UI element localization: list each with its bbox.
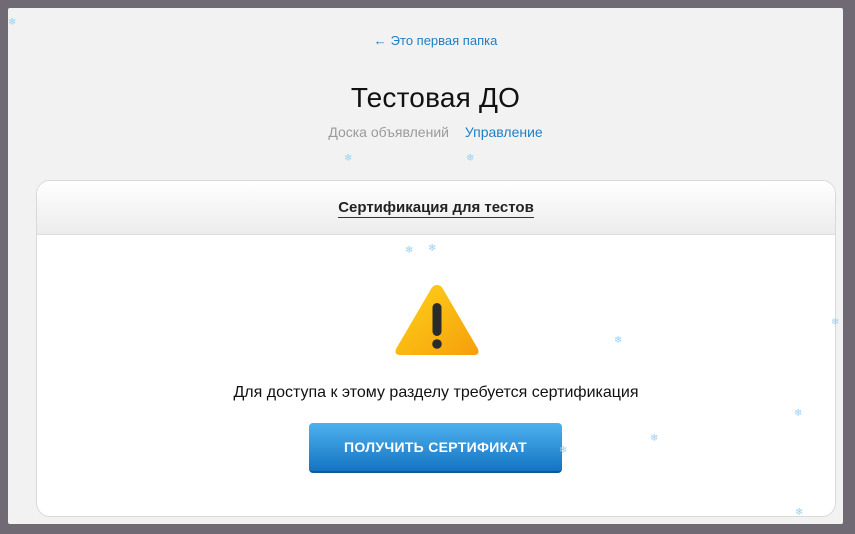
snowflake-icon: ❄ xyxy=(614,335,623,346)
snowflake-icon: ❄ xyxy=(466,153,475,164)
snowflake-icon: ❄ xyxy=(795,507,804,518)
snowflake-icon: ❄ xyxy=(344,153,353,164)
warning-icon xyxy=(395,285,479,355)
snowflake-icon: ❄ xyxy=(428,243,437,254)
certification-card: Сертификация для тестов Для доступа к эт… xyxy=(36,180,836,517)
snowflake-icon: ❄ xyxy=(794,408,803,419)
tab-management[interactable]: Управление xyxy=(465,124,543,140)
certification-message: Для доступа к этому разделу требуется се… xyxy=(233,384,639,401)
page-background: ← Это первая папка Тестовая ДО Доска объя… xyxy=(8,8,843,524)
card-header: Сертификация для тестов xyxy=(37,181,835,235)
back-link[interactable]: ← Это первая папка xyxy=(8,33,843,48)
page-title: Тестовая ДО xyxy=(350,82,521,113)
snowflake-icon: ❄ xyxy=(831,317,840,328)
card-title: Сертификация для тестов xyxy=(338,199,534,218)
snowflake-icon: ❄ xyxy=(559,445,568,456)
arrow-left-icon: ← xyxy=(373,33,387,48)
board-subnav: Доска объявлений Управление xyxy=(8,124,843,140)
snowflake-icon: ❄ xyxy=(405,245,414,256)
snowflake-icon: ❄ xyxy=(8,17,17,28)
tab-board[interactable]: Доска объявлений xyxy=(328,124,449,140)
snowflake-icon: ❄ xyxy=(650,433,659,444)
back-link-label: Это первая папка xyxy=(390,33,498,48)
get-certificate-button[interactable]: ПОЛУЧИТЬ СЕРТИФИКАТ xyxy=(309,423,562,473)
